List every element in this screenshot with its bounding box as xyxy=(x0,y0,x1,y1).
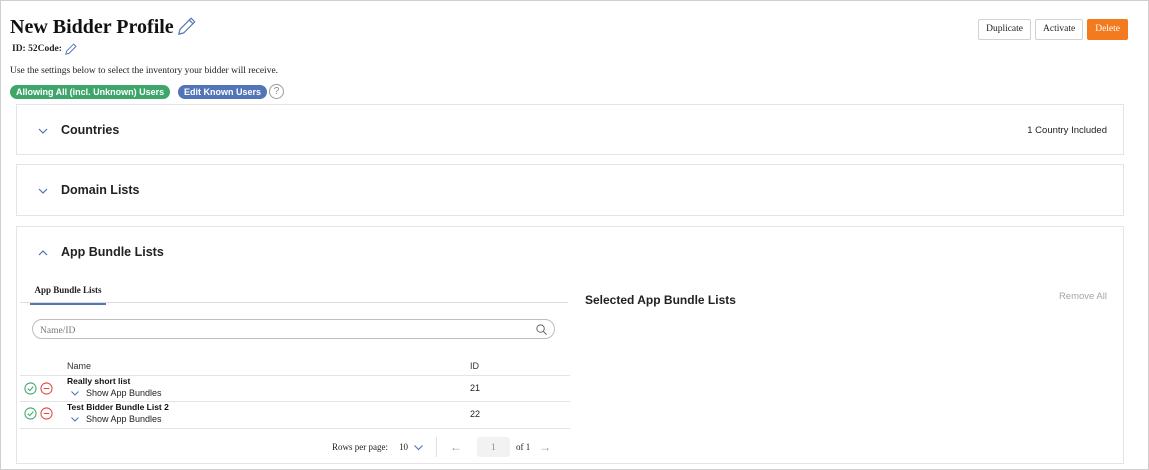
search-icon[interactable] xyxy=(535,323,548,336)
header-actions: Duplicate Activate Delete xyxy=(978,19,1128,40)
page-count: of 1 xyxy=(516,442,531,452)
countries-panel: Countries 1 Country Included xyxy=(16,104,1124,155)
search-input[interactable] xyxy=(33,322,513,340)
row-name: Test Bidder Bundle List 2 xyxy=(67,402,169,412)
row-divider xyxy=(20,428,570,429)
selected-lists-title: Selected App Bundle Lists xyxy=(585,293,736,307)
show-app-bundles-toggle[interactable]: Show App Bundles xyxy=(70,414,162,424)
countries-title: Countries xyxy=(61,123,120,137)
column-header-name: Name xyxy=(67,361,92,371)
pagination: Rows per page: 10 ← 1 of 1 → xyxy=(332,437,552,457)
prev-page-icon[interactable]: ← xyxy=(449,440,463,455)
domain-lists-header[interactable]: Domain Lists xyxy=(37,165,140,215)
remove-all-button[interactable]: Remove All xyxy=(1059,291,1107,302)
rows-per-page-label: Rows per page: xyxy=(332,442,388,452)
search-field xyxy=(32,319,555,340)
help-icon[interactable]: ? xyxy=(269,84,284,99)
next-page-icon[interactable]: → xyxy=(538,440,552,455)
row-actions xyxy=(24,407,53,420)
chevron-down-icon xyxy=(413,442,424,453)
page-number-input[interactable]: 1 xyxy=(477,437,510,457)
id-code-label: ID: 52Code: xyxy=(12,44,62,54)
row-name: Really short list xyxy=(67,376,131,386)
rows-per-page-select[interactable]: 10 xyxy=(399,442,424,453)
rows-per-page-value: 10 xyxy=(399,442,408,452)
duplicate-button[interactable]: Duplicate xyxy=(978,19,1032,40)
row-id: 21 xyxy=(470,383,481,393)
domain-lists-panel: Domain Lists xyxy=(16,164,1124,216)
delete-button[interactable]: Delete xyxy=(1087,19,1128,40)
title-row: New Bidder Profile xyxy=(10,16,198,39)
users-status-badge: Allowing All (incl. Unknown) Users xyxy=(10,85,171,99)
show-app-bundles-label: Show App Bundles xyxy=(86,414,162,424)
column-header-id: ID xyxy=(470,361,479,371)
page-description: Use the settings below to select the inv… xyxy=(10,66,279,76)
exclude-minus-icon[interactable] xyxy=(40,407,53,420)
row-actions xyxy=(24,382,53,395)
app-bundle-lists-header[interactable]: App Bundle Lists xyxy=(37,227,164,277)
countries-header[interactable]: Countries xyxy=(37,105,119,155)
show-app-bundles-toggle[interactable]: Show App Bundles xyxy=(70,388,162,398)
chevron-down-icon xyxy=(37,184,49,196)
domain-lists-title: Domain Lists xyxy=(61,183,140,197)
page-title: New Bidder Profile xyxy=(10,16,174,38)
pagination-divider xyxy=(436,437,437,457)
chevron-down-icon xyxy=(70,388,80,398)
edit-title-pencil-icon[interactable] xyxy=(176,15,198,37)
chevron-down-icon xyxy=(37,124,49,136)
edit-code-pencil-icon[interactable] xyxy=(64,42,78,56)
app-bundle-lists-panel: App Bundle Lists App Bundle Lists Name I… xyxy=(16,226,1124,464)
include-check-icon[interactable] xyxy=(24,407,37,420)
include-check-icon[interactable] xyxy=(24,382,37,395)
id-line: ID: 52Code: xyxy=(12,42,78,56)
countries-summary: 1 Country Included xyxy=(1027,124,1107,136)
edit-known-users-button[interactable]: Edit Known Users xyxy=(178,85,268,99)
app-bundle-lists-title: App Bundle Lists xyxy=(61,245,164,259)
activate-button[interactable]: Activate xyxy=(1035,19,1084,40)
row-id: 22 xyxy=(470,409,481,419)
chevron-down-icon xyxy=(70,414,80,424)
show-app-bundles-label: Show App Bundles xyxy=(86,388,162,398)
chevron-up-icon xyxy=(37,246,49,258)
tab-divider xyxy=(20,302,568,303)
exclude-minus-icon[interactable] xyxy=(40,382,53,395)
